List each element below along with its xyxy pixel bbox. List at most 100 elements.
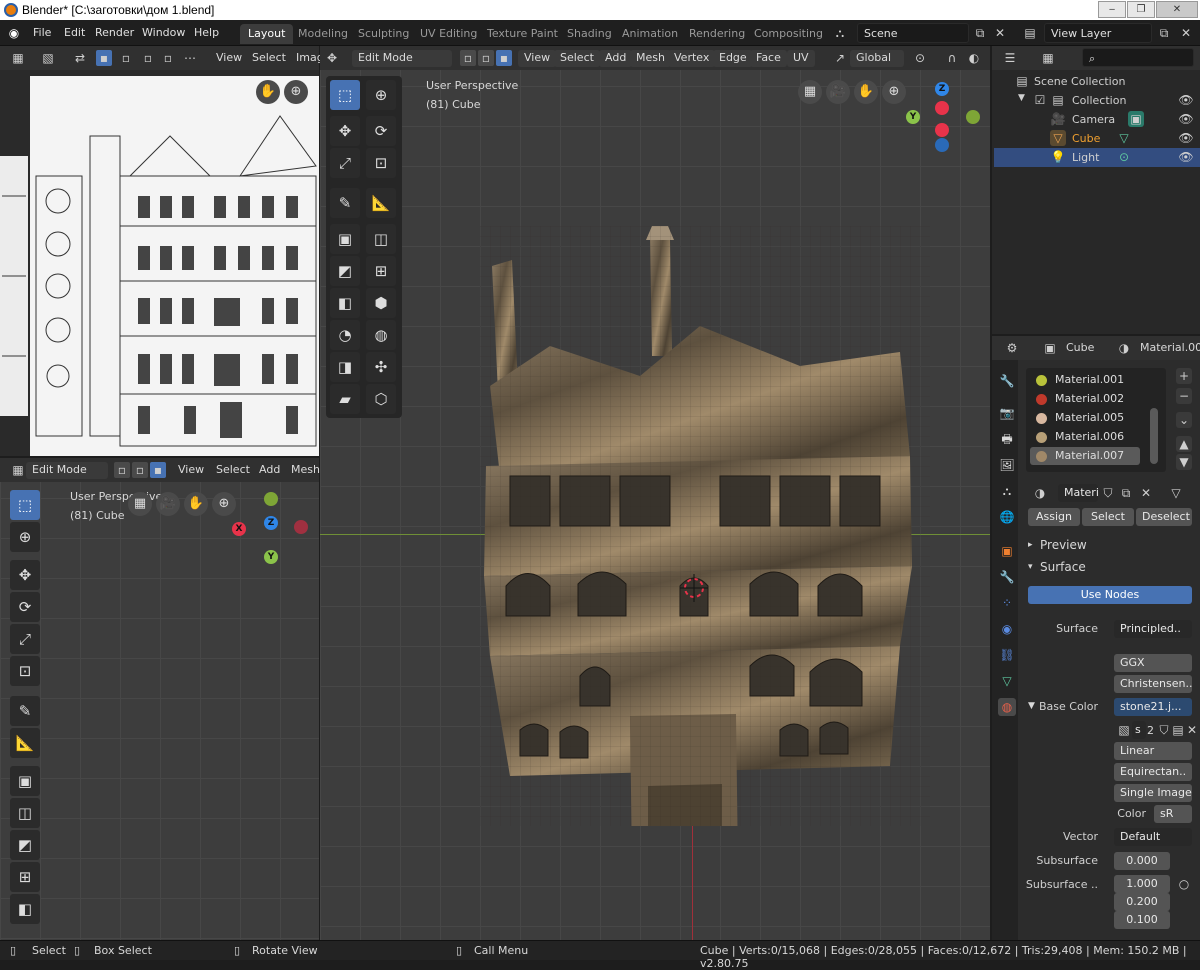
vector-field[interactable]: Default (1114, 828, 1192, 846)
subsurface-radius-y[interactable]: 0.200 (1114, 893, 1170, 911)
tab-shading[interactable]: Shading (559, 24, 620, 44)
loopcut-tool[interactable]: ⊞ (366, 256, 396, 286)
transform-tool[interactable]: ⊡ (10, 656, 40, 686)
material-list-scrollbar[interactable] (1150, 408, 1158, 464)
measure-tool[interactable]: 📐 (10, 728, 40, 758)
main-add-menu[interactable]: Add (599, 50, 633, 67)
select-box-tool[interactable]: ⬚ (330, 80, 360, 110)
camera-view-icon[interactable]: 🎥 (826, 80, 850, 104)
main-mesh-menu[interactable]: Mesh (630, 50, 671, 67)
duplicate-material-icon[interactable]: ⧉ (1118, 485, 1134, 501)
source-dropdown[interactable]: Single Image (1114, 784, 1192, 802)
small-gizmo-z[interactable]: Z (264, 516, 278, 530)
small-gizmo-y[interactable]: Y (264, 550, 278, 564)
small-zoom-icon[interactable]: ⊕ (212, 492, 236, 516)
disclosure-triangle-icon[interactable]: ▼ (1018, 93, 1025, 103)
subsurface-method-dropdown[interactable]: Christensen.. (1114, 675, 1192, 693)
cursor-tool[interactable]: ⊕ (366, 80, 396, 110)
base-color-texture-field[interactable]: stone21.j... (1114, 698, 1192, 716)
small-camera-view-icon[interactable]: 🎥 (156, 492, 180, 516)
scene-tab-icon[interactable]: ⛬ (998, 482, 1016, 500)
small-ortho-toggle-icon[interactable]: ▦ (128, 492, 152, 516)
slot-specials-icon[interactable]: ⌄ (1176, 412, 1192, 428)
delete-view-layer-icon[interactable]: ✕ (1178, 25, 1194, 41)
vertex-mode-icon[interactable]: ▫ (460, 50, 476, 66)
zoom-view-icon[interactable]: ⊕ (882, 80, 906, 104)
tab-compositing[interactable]: Compositing (746, 24, 831, 44)
menu-window[interactable]: Window (142, 26, 185, 39)
main-3d-viewport[interactable]: ✥ Edit Mode ▫ ▫ ▪ View Select Add Mesh V… (320, 46, 990, 940)
physics-tab-icon[interactable]: ◉ (998, 620, 1016, 638)
scale-tool[interactable]: ⤢ (330, 148, 360, 178)
image-mode-icon[interactable]: ▧ (40, 50, 56, 66)
tool-tab-icon[interactable]: 🔧 (998, 372, 1016, 390)
move-tool[interactable]: ✥ (330, 116, 360, 146)
pivot-icon[interactable]: ⊙ (912, 50, 928, 66)
mesh-data-icon[interactable]: ▽ (1116, 130, 1132, 146)
editor-type-icon[interactable]: ✥ (324, 50, 340, 66)
outliner-row-scene-collection[interactable]: ▤ Scene Collection (994, 72, 1200, 91)
display-mode-icon[interactable]: ▦ (1040, 50, 1056, 66)
eye-icon[interactable]: 👁 (1178, 149, 1194, 165)
move-slot-up-icon[interactable]: ▲ (1176, 436, 1192, 452)
sticky-select-icon[interactable]: ⋯ (182, 50, 198, 66)
menu-file[interactable]: File (33, 26, 51, 39)
surface-section-header[interactable]: Surface (1040, 560, 1086, 574)
ortho-toggle-icon[interactable]: ▦ (798, 80, 822, 104)
small-gizmo-neg-y[interactable] (264, 492, 278, 506)
small-pan-icon[interactable]: ✋ (184, 492, 208, 516)
image-name-field[interactable]: s (1132, 721, 1146, 739)
annotate-tool[interactable]: ✎ (10, 696, 40, 726)
surface-collapse-icon[interactable]: ▾ (1028, 562, 1033, 572)
maximize-button[interactable]: ❐ (1127, 1, 1155, 18)
small-gizmo-neg-x[interactable] (294, 520, 308, 534)
view-layer-icon[interactable]: ▤ (1022, 25, 1038, 41)
delete-scene-icon[interactable]: ✕ (992, 25, 1008, 41)
eye-icon[interactable]: 👁 (1178, 92, 1194, 108)
tab-modeling[interactable]: Modeling (290, 24, 356, 44)
slot-material-field[interactable]: Materi (1058, 484, 1098, 502)
view-layer-field[interactable]: View Layer (1044, 23, 1152, 43)
extrude-tool[interactable]: ▣ (330, 224, 360, 254)
constraints-tab-icon[interactable]: ⛓ (998, 646, 1016, 664)
distribution-dropdown[interactable]: GGX (1114, 654, 1192, 672)
vertex-mode-icon[interactable]: ▫ (114, 462, 130, 478)
render-tab-icon[interactable]: 📷 (998, 404, 1016, 422)
outliner-row-light[interactable]: 💡 Light ⊙ 👁 (994, 148, 1200, 167)
close-button[interactable]: ✕ (1156, 1, 1198, 18)
bevel-tool[interactable]: ◩ (330, 256, 360, 286)
main-uv-menu[interactable]: UV (787, 50, 815, 67)
main-edge-menu[interactable]: Edge (713, 50, 753, 67)
new-view-layer-icon[interactable]: ⧉ (1156, 25, 1172, 41)
tab-animation[interactable]: Animation (614, 24, 686, 44)
inset-tool[interactable]: ◫ (366, 224, 396, 254)
subsurface-radius-x[interactable]: 1.000 (1114, 875, 1170, 893)
editor-type-icon[interactable]: ⚙ (1004, 340, 1020, 356)
unlink-image-icon[interactable]: ✕ (1184, 722, 1200, 738)
fake-user-icon[interactable]: ⛉ (1100, 485, 1116, 501)
material-slot-3[interactable]: Material.005 (1030, 409, 1140, 427)
view-layer-tab-icon[interactable]: 🖼 (998, 456, 1016, 474)
main-face-menu[interactable]: Face (750, 50, 787, 67)
preview-collapse-icon[interactable]: ▸ (1028, 540, 1033, 550)
gizmo-x[interactable] (935, 123, 949, 137)
small-view-menu[interactable]: View (172, 462, 210, 479)
subsurface-value-field[interactable]: 0.000 (1114, 852, 1170, 870)
checkbox-icon[interactable]: ☑ (1032, 92, 1048, 108)
face-mode-icon[interactable]: ▪ (496, 50, 512, 66)
data-tab-icon[interactable]: ▽ (998, 672, 1016, 690)
world-tab-icon[interactable]: 🌐 (998, 508, 1016, 526)
snap-icon[interactable]: ∩ (944, 50, 960, 66)
image-select-menu[interactable]: Select (246, 50, 292, 67)
main-view-menu[interactable]: View (518, 50, 557, 67)
gizmo-neg-y[interactable] (966, 110, 980, 124)
outliner-row-camera[interactable]: 🎥 Camera ▣ 👁 (994, 110, 1200, 129)
shear-tool[interactable]: ▰ (330, 384, 360, 414)
modifier-tab-icon[interactable]: 🔧 (998, 568, 1016, 586)
scale-tool[interactable]: ⤢ (10, 624, 40, 654)
editor-type-icon[interactable]: ▦ (10, 50, 26, 66)
menu-help[interactable]: Help (194, 26, 219, 39)
knife-tool[interactable]: ◧ (330, 288, 360, 318)
tab-uv-editing[interactable]: UV Editing (412, 24, 485, 44)
editor-type-icon[interactable]: ▦ (10, 462, 26, 478)
